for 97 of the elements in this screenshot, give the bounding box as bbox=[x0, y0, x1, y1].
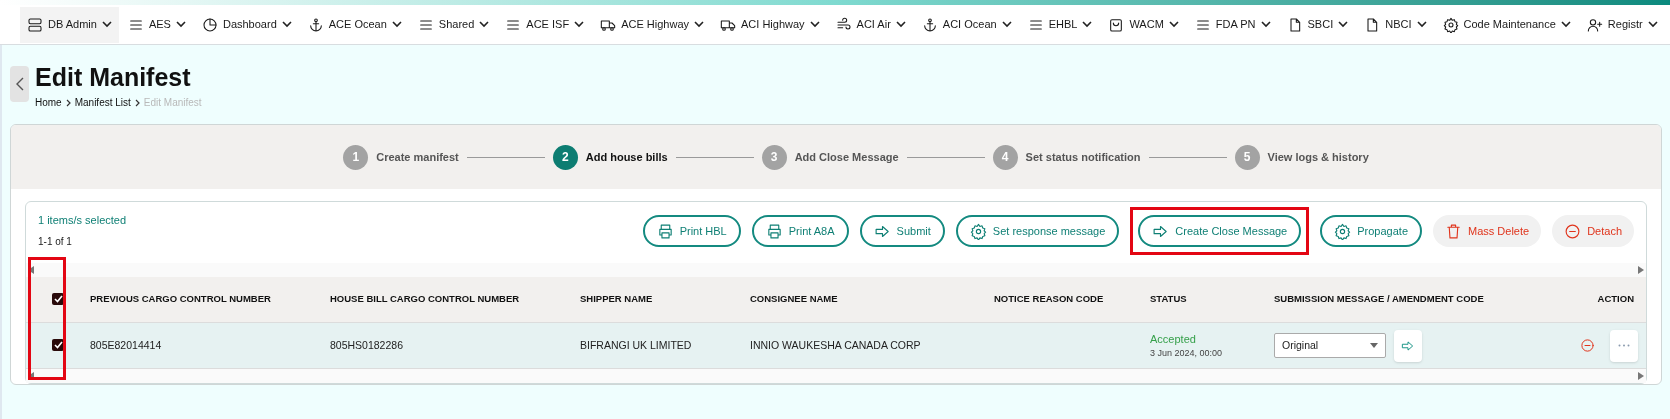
chevron-down-icon bbox=[694, 21, 704, 28]
nav-menu-item[interactable]: ACE Highway bbox=[593, 6, 711, 43]
toolbar-button[interactable]: Mass Delete bbox=[1433, 215, 1542, 247]
table-cell: 805E82014414 bbox=[90, 322, 330, 369]
column-header: ACTION bbox=[1546, 276, 1646, 323]
gear-icon bbox=[1442, 16, 1459, 33]
send-button[interactable] bbox=[1394, 329, 1422, 362]
column-header: SHIPPER NAME bbox=[580, 276, 750, 323]
scroll-right-icon[interactable] bbox=[1638, 372, 1644, 380]
chevron-down-icon bbox=[1338, 21, 1349, 28]
nav-menu-item[interactable]: Shared bbox=[410, 6, 497, 43]
nav-menu-item[interactable]: Dashboard bbox=[194, 6, 299, 43]
server-icon bbox=[27, 16, 43, 33]
chevron-down-icon bbox=[281, 21, 292, 28]
chevron-right-icon bbox=[65, 98, 71, 107]
nav-menu-item[interactable]: ACI Highway bbox=[713, 6, 827, 43]
toolbar-button[interactable]: Propagate bbox=[1320, 215, 1422, 247]
nav-menu-item[interactable]: EHBL bbox=[1020, 6, 1100, 43]
nav-menu-item[interactable]: FDA PN bbox=[1187, 6, 1278, 43]
chevron-down-icon bbox=[391, 21, 402, 28]
chevron-down-icon bbox=[1168, 21, 1179, 28]
arrow-right-icon bbox=[1401, 338, 1415, 353]
pie-chart-icon bbox=[201, 16, 218, 33]
more-icon bbox=[1618, 344, 1630, 347]
nav-menu-item[interactable]: DB Admin bbox=[20, 6, 119, 43]
table-cell: INNIO WAUKESHA CANADA CORP bbox=[750, 322, 994, 369]
nav-menu-item[interactable]: AES bbox=[120, 6, 193, 43]
minus-circle-icon bbox=[1579, 338, 1595, 353]
breadcrumb-link[interactable]: Manifest List bbox=[74, 95, 131, 110]
chevron-down-icon bbox=[1416, 21, 1427, 28]
chevron-down-icon bbox=[101, 21, 112, 28]
nav-menu-item[interactable]: NBCI bbox=[1357, 6, 1434, 43]
chevron-down-icon bbox=[1560, 21, 1571, 28]
gear-icon bbox=[969, 222, 987, 240]
scroll-right-icon[interactable] bbox=[1638, 265, 1644, 274]
nav-menu-item[interactable]: ACI Ocean bbox=[914, 6, 1019, 43]
table-cell: 805HS0182286 bbox=[330, 322, 580, 369]
step-label[interactable]: View logs & history bbox=[1267, 148, 1369, 166]
step-label[interactable]: Add Close Message bbox=[794, 148, 899, 166]
checkbox[interactable] bbox=[52, 339, 64, 351]
anchor-icon bbox=[921, 16, 938, 33]
nav-menu-item[interactable]: ACI Air bbox=[828, 6, 913, 43]
status-date: 3 Jun 2024, 00:00 bbox=[1150, 347, 1224, 360]
table-cell: BIFRANGI UK LIMITED bbox=[580, 322, 750, 369]
toolbar-button[interactable]: Detach bbox=[1552, 215, 1634, 247]
scroll-left-icon[interactable] bbox=[28, 265, 34, 274]
toolbar-button[interactable]: Set response message bbox=[955, 215, 1120, 247]
column-header: HOUSE BILL CARGO CONTROL NUMBER bbox=[330, 276, 580, 323]
back-button[interactable] bbox=[10, 66, 29, 102]
trash-icon bbox=[1445, 222, 1462, 240]
toolbar-button[interactable]: Print A8A bbox=[751, 215, 849, 247]
chevron-right-icon bbox=[134, 98, 140, 107]
nav-menu-item[interactable]: ACE Ocean bbox=[300, 6, 409, 43]
wind-icon bbox=[835, 16, 852, 33]
printer-icon bbox=[656, 222, 674, 240]
status-text: Accepted bbox=[1150, 331, 1197, 347]
step-label[interactable]: Set status notification bbox=[1025, 148, 1141, 166]
checkbox[interactable] bbox=[52, 292, 64, 305]
selection-count: 1 items/s selected bbox=[38, 213, 127, 228]
column-header: SUBMISSION MESSAGE / AMENDMENT CODE bbox=[1274, 276, 1546, 323]
nav-menu-item[interactable]: Registr bbox=[1579, 6, 1665, 43]
page-title: Edit Manifest bbox=[35, 62, 192, 93]
dropdown-field[interactable]: Original bbox=[1274, 333, 1386, 358]
minus-circle-icon bbox=[1564, 222, 1582, 240]
chevron-down-icon bbox=[479, 21, 490, 28]
column-header: STATUS bbox=[1150, 276, 1274, 323]
column-header: PREVIOUS CARGO CONTROL NUMBER bbox=[90, 276, 330, 323]
chevron-down-icon bbox=[574, 21, 585, 28]
chevron-down-icon bbox=[1001, 21, 1012, 28]
toolbar-button[interactable]: Submit bbox=[859, 215, 945, 247]
nav-menu-item[interactable]: Code Maintenance bbox=[1435, 6, 1578, 43]
chevron-down-icon bbox=[1082, 21, 1093, 28]
chevron-down-icon bbox=[895, 21, 906, 28]
scroll-left-icon[interactable] bbox=[28, 372, 34, 380]
chevron-down-icon bbox=[809, 21, 820, 28]
nav-menu-item[interactable]: ACE ISF bbox=[498, 6, 592, 43]
chevron-left-icon bbox=[15, 77, 24, 91]
gear-icon bbox=[1334, 222, 1352, 240]
column-header: NOTICE REASON CODE bbox=[994, 276, 1150, 323]
chevron-down-icon bbox=[1647, 21, 1658, 28]
column-header: CONSIGNEE NAME bbox=[750, 276, 994, 323]
user-plus-icon bbox=[1586, 16, 1603, 33]
nav-menu-item[interactable]: WACM bbox=[1101, 6, 1186, 43]
caret-icon bbox=[1370, 343, 1378, 348]
printer-icon bbox=[765, 222, 783, 240]
toolbar-button[interactable]: Create Close Message bbox=[1138, 215, 1302, 247]
anchor-icon bbox=[307, 16, 324, 33]
toolbar-button[interactable]: Print HBL bbox=[642, 215, 741, 247]
chevron-down-icon bbox=[1260, 21, 1271, 28]
chevron-down-icon bbox=[175, 21, 186, 28]
step-label[interactable]: Create manifest bbox=[376, 148, 459, 166]
bag-icon bbox=[1108, 16, 1125, 33]
step-number[interactable]: 2 bbox=[552, 144, 578, 170]
nav-menu-item[interactable]: SBCI bbox=[1279, 6, 1356, 43]
pagination-range: 1-1 of 1 bbox=[38, 234, 73, 249]
breadcrumb-link[interactable]: Home bbox=[35, 95, 62, 110]
step-label[interactable]: Add house bills bbox=[585, 148, 668, 166]
